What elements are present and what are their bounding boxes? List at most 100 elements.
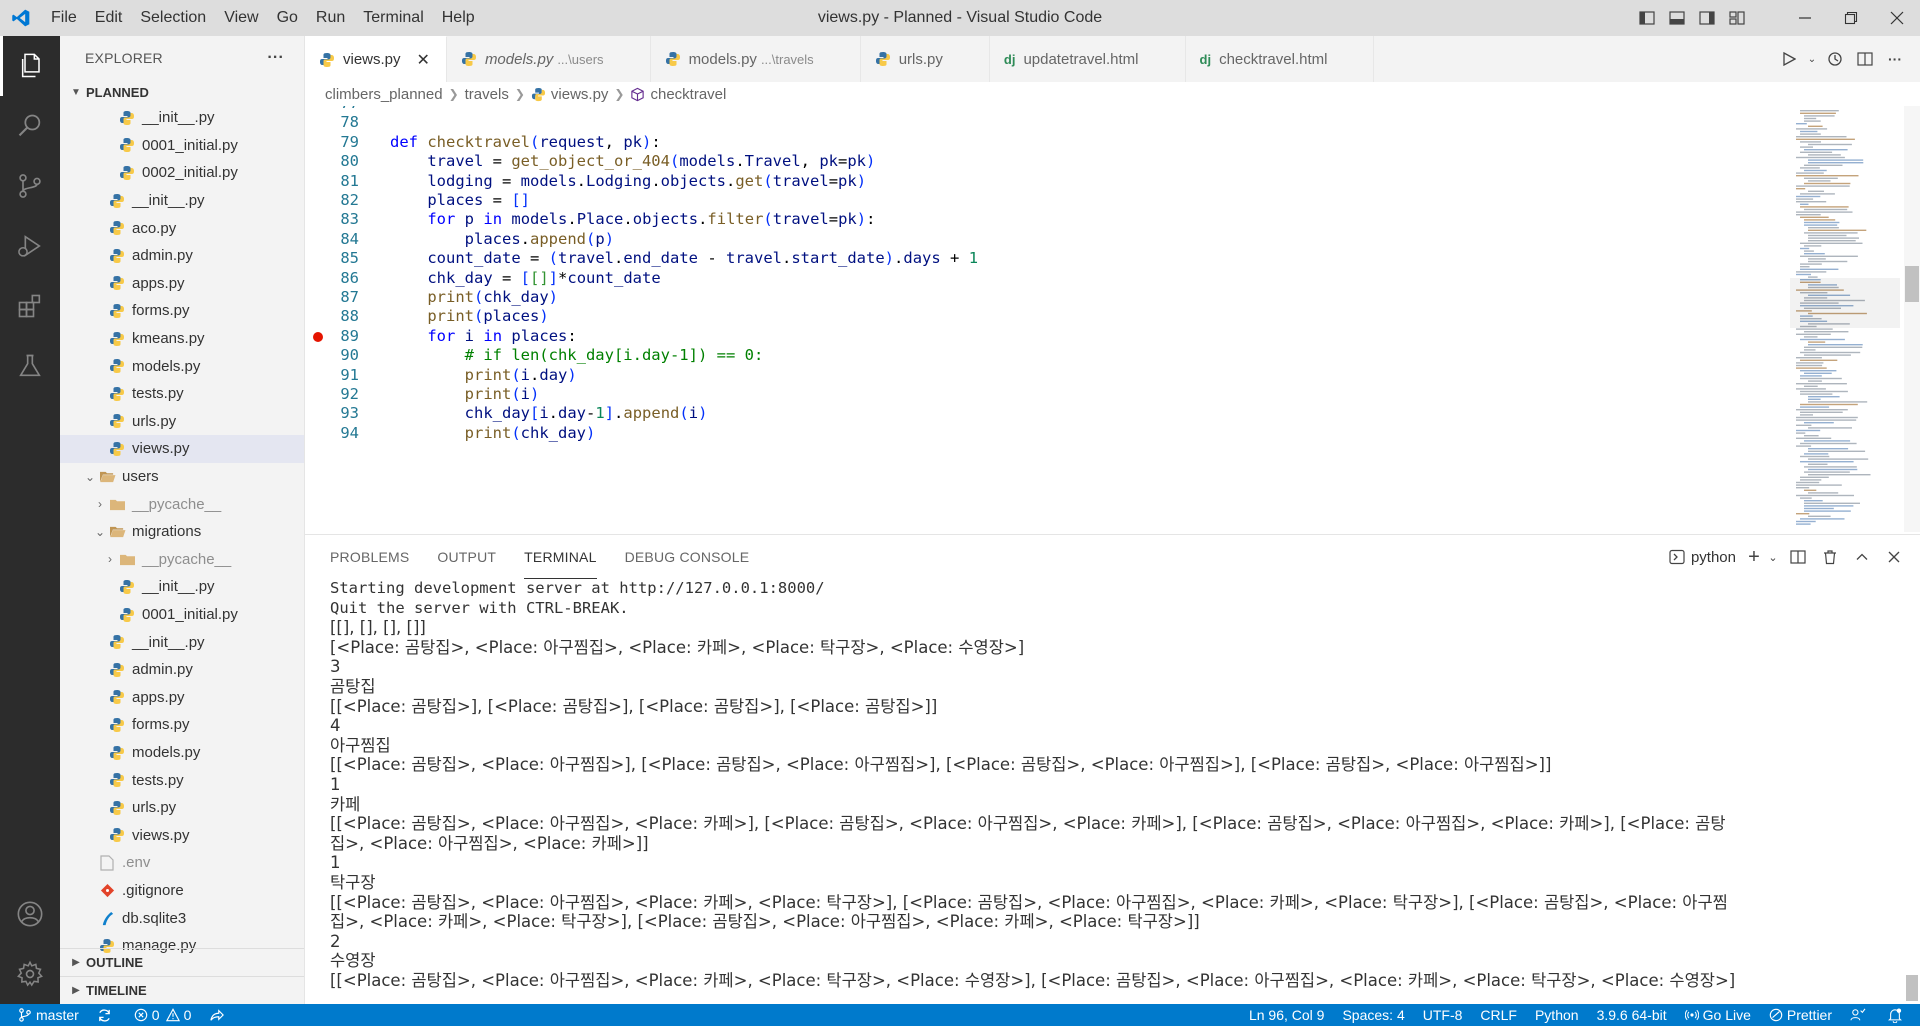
more-editor-actions-icon[interactable]: ··· xyxy=(1880,44,1910,74)
tree-file[interactable]: .gitignore xyxy=(60,877,304,905)
tree-file[interactable]: forms.py xyxy=(60,297,304,325)
python-interpreter[interactable]: 3.9.6 64-bit xyxy=(1588,1004,1676,1026)
tree-file[interactable]: __init__.py xyxy=(60,104,304,132)
toggle-secondary-sidebar-icon[interactable] xyxy=(1692,0,1722,36)
editor-tab[interactable]: urls.py xyxy=(861,36,990,82)
close-window-icon[interactable] xyxy=(1874,0,1920,36)
tree-file[interactable]: admin.py xyxy=(60,656,304,684)
panel-tab-output[interactable]: OUTPUT xyxy=(437,535,496,579)
minimap[interactable] xyxy=(1790,106,1900,532)
tree-file[interactable]: urls.py xyxy=(60,408,304,436)
tree-file[interactable]: urls.py xyxy=(60,794,304,822)
more-actions-icon[interactable]: ··· xyxy=(267,49,284,67)
cursor-position[interactable]: Ln 96, Col 9 xyxy=(1240,1004,1334,1026)
editor-scrollbar[interactable] xyxy=(1904,106,1920,532)
close-tab-icon[interactable]: ✕ xyxy=(417,50,430,70)
prettier-status[interactable]: Prettier xyxy=(1760,1004,1841,1026)
manage-gear-icon[interactable] xyxy=(0,944,60,1004)
menu-selection[interactable]: Selection xyxy=(131,0,215,36)
tree-file[interactable]: models.py xyxy=(60,739,304,767)
editor-tab[interactable]: dj updatetravel.html xyxy=(990,36,1186,82)
accounts-icon[interactable] xyxy=(0,884,60,944)
branch-status[interactable]: master xyxy=(0,1004,88,1026)
code-line[interactable]: 94 print(chk_day) xyxy=(305,422,1795,446)
customize-layout-icon[interactable] xyxy=(1722,0,1752,36)
tree-file[interactable]: 0002_initial.py xyxy=(60,159,304,187)
language-mode[interactable]: Python xyxy=(1526,1004,1588,1026)
tree-file[interactable]: views.py xyxy=(60,435,304,463)
extensions-icon[interactable] xyxy=(0,276,60,336)
tree-folder[interactable]: › __pycache__ xyxy=(60,490,304,518)
terminal-output[interactable]: Starting development server at http://12… xyxy=(330,579,1900,1005)
split-editor-icon[interactable] xyxy=(1850,44,1880,74)
code-editor[interactable]: 777879def checktravel(request, pk):80 tr… xyxy=(305,106,1795,532)
editor-scrollbar-thumb[interactable] xyxy=(1905,266,1919,302)
tree-file[interactable]: 0001_initial.py xyxy=(60,132,304,160)
workspace-section-header[interactable]: ▼ PLANNED xyxy=(60,80,304,104)
tree-folder[interactable]: ⌄ users xyxy=(60,463,304,491)
indentation-status[interactable]: Spaces: 4 xyxy=(1333,1004,1413,1026)
panel-tab-problems[interactable]: PROBLEMS xyxy=(330,535,409,579)
testing-icon[interactable] xyxy=(0,336,60,396)
menu-help[interactable]: Help xyxy=(433,0,484,36)
split-terminal-icon[interactable] xyxy=(1782,542,1814,572)
tree-file[interactable]: __init__.py xyxy=(60,628,304,656)
kill-terminal-trash-icon[interactable] xyxy=(1814,542,1846,572)
launch-profile-chevron-icon[interactable]: ⌄ xyxy=(1764,542,1782,572)
tree-file[interactable]: .env xyxy=(60,849,304,877)
minimize-icon[interactable] xyxy=(1782,0,1828,36)
close-panel-icon[interactable] xyxy=(1878,542,1910,572)
tree-file[interactable]: __init__.py xyxy=(60,187,304,215)
notifications-bell-icon[interactable] xyxy=(1879,1004,1920,1026)
tree-folder[interactable]: › __pycache__ xyxy=(60,546,304,574)
tree-folder[interactable]: ⌄ migrations xyxy=(60,518,304,546)
tree-file[interactable]: apps.py xyxy=(60,684,304,712)
breadcrumb-folder[interactable]: travels xyxy=(465,86,509,103)
restore-icon[interactable] xyxy=(1828,0,1874,36)
go-live-button[interactable]: Go Live xyxy=(1676,1004,1760,1026)
eol-status[interactable]: CRLF xyxy=(1471,1004,1526,1026)
tree-file[interactable]: tests.py xyxy=(60,766,304,794)
tree-file[interactable]: forms.py xyxy=(60,711,304,739)
explorer-icon[interactable] xyxy=(0,36,60,96)
tree-file[interactable]: models.py xyxy=(60,352,304,380)
menu-view[interactable]: View xyxy=(215,0,267,36)
run-and-debug-icon[interactable] xyxy=(0,216,60,276)
tree-file[interactable]: kmeans.py xyxy=(60,325,304,353)
tree-file[interactable]: __init__.py xyxy=(60,573,304,601)
breadcrumb-symbol[interactable]: checktravel xyxy=(650,86,726,103)
live-share-icon[interactable] xyxy=(200,1004,238,1026)
menu-file[interactable]: File xyxy=(42,0,86,36)
tree-file[interactable]: db.sqlite3 xyxy=(60,904,304,932)
breadcrumb-root[interactable]: climbers_planned xyxy=(325,86,443,103)
editor-tab[interactable]: views.py ✕ xyxy=(305,36,447,82)
terminal-scrollbar-thumb[interactable] xyxy=(1906,975,1918,1001)
tree-file[interactable]: admin.py xyxy=(60,242,304,270)
search-icon[interactable] xyxy=(0,96,60,156)
vscode-logo-icon[interactable] xyxy=(0,0,42,36)
new-terminal-plus-icon[interactable]: + xyxy=(1744,542,1764,572)
source-control-icon[interactable] xyxy=(0,156,60,216)
toggle-primary-sidebar-icon[interactable] xyxy=(1632,0,1662,36)
editor-tab[interactable]: dj checktravel.html xyxy=(1186,36,1375,82)
problems-status[interactable]: 0 0 xyxy=(125,1004,201,1026)
menu-edit[interactable]: Edit xyxy=(86,0,132,36)
timeline-section-header[interactable]: ▶ TIMELINE xyxy=(60,976,304,1004)
tree-file[interactable]: aco.py xyxy=(60,214,304,242)
terminal-selector[interactable]: python xyxy=(1669,549,1736,566)
editor-tab[interactable]: models.py ...\users xyxy=(447,36,651,82)
panel-tab-terminal[interactable]: TERMINAL xyxy=(524,535,597,579)
tree-file[interactable]: 0001_initial.py xyxy=(60,601,304,629)
editor-tab[interactable]: models.py ...\travels xyxy=(651,36,861,82)
run-python-file-icon[interactable] xyxy=(1774,44,1804,74)
menu-run[interactable]: Run xyxy=(307,0,354,36)
panel-tab-debug-console[interactable]: DEBUG CONSOLE xyxy=(625,535,750,579)
menu-go[interactable]: Go xyxy=(268,0,307,36)
toggle-panel-icon[interactable] xyxy=(1662,0,1692,36)
open-changes-history-icon[interactable] xyxy=(1820,44,1850,74)
tree-file[interactable]: tests.py xyxy=(60,380,304,408)
sync-icon[interactable] xyxy=(88,1004,125,1026)
breadcrumb-file[interactable]: views.py xyxy=(551,86,609,103)
run-dropdown-chevron-icon[interactable]: ⌄ xyxy=(1804,44,1820,74)
feedback-icon[interactable] xyxy=(1841,1004,1879,1026)
